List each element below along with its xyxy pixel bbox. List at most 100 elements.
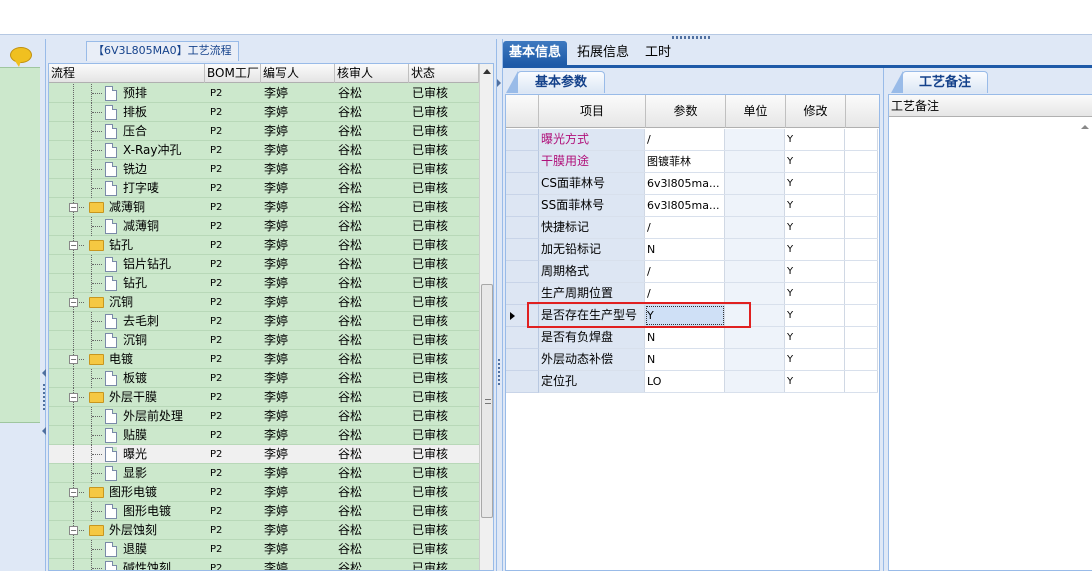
- param-unit-cell[interactable]: [725, 349, 785, 370]
- param-unit-cell[interactable]: [725, 261, 785, 282]
- tree-row[interactable]: − 外层干膜 P2 李婷 谷松 已审核: [49, 388, 479, 407]
- tree-node-cell[interactable]: 图形电镀: [49, 502, 205, 521]
- param-value-cell[interactable]: N: [645, 239, 725, 260]
- tree-row[interactable]: X-Ray冲孔 P2 李婷 谷松 已审核: [49, 141, 479, 160]
- param-row[interactable]: 周期格式 / Y: [539, 261, 878, 283]
- param-value-cell[interactable]: 6v3l805ma...: [645, 195, 725, 216]
- col-header-reviewer[interactable]: 核审人: [335, 64, 409, 83]
- tree-row[interactable]: 曝光 P2 李婷 谷松 已审核: [49, 445, 479, 464]
- tree-row[interactable]: − 减薄铜 P2 李婷 谷松 已审核: [49, 198, 479, 217]
- tree-node-cell[interactable]: 去毛刺: [49, 312, 205, 331]
- param-unit-cell[interactable]: [725, 239, 785, 260]
- subtab-process-notes[interactable]: 工艺备注: [891, 71, 988, 93]
- param-value-cell[interactable]: /: [645, 283, 725, 304]
- col-header-bom[interactable]: BOM工厂: [205, 64, 261, 83]
- tree-row[interactable]: 铣边 P2 李婷 谷松 已审核: [49, 160, 479, 179]
- tree-node-cell[interactable]: 减薄铜: [49, 217, 205, 236]
- param-value-cell[interactable]: N: [645, 327, 725, 348]
- col-header-status[interactable]: 状态: [409, 64, 479, 83]
- tree-row[interactable]: 钻孔 P2 李婷 谷松 已审核: [49, 274, 479, 293]
- tree-node-cell[interactable]: − 沉铜: [49, 293, 205, 312]
- tree-node-cell[interactable]: 显影: [49, 464, 205, 483]
- tree-node-cell[interactable]: 压合: [49, 122, 205, 141]
- tree-row[interactable]: 预排 P2 李婷 谷松 已审核: [49, 84, 479, 103]
- row-selector[interactable]: [506, 173, 539, 195]
- tree-scrollbar[interactable]: [479, 64, 493, 570]
- tree-row[interactable]: 退膜 P2 李婷 谷松 已审核: [49, 540, 479, 559]
- tree-node-cell[interactable]: − 图形电镀: [49, 483, 205, 502]
- notes-scrollbar[interactable]: [1077, 118, 1092, 570]
- collapse-toggle-icon[interactable]: −: [69, 203, 78, 212]
- param-unit-cell[interactable]: [725, 173, 785, 194]
- splitter-dots[interactable]: [43, 384, 45, 412]
- tree-node-cell[interactable]: 预排: [49, 84, 205, 103]
- param-value-cell[interactable]: 6v3l805ma...: [645, 173, 725, 194]
- param-row[interactable]: 快捷标记 / Y: [539, 217, 878, 239]
- subtab-basic-params[interactable]: 基本参数: [506, 71, 605, 93]
- vertical-splitter[interactable]: [496, 39, 503, 571]
- param-unit-cell[interactable]: [725, 283, 785, 304]
- tree-node-cell[interactable]: 铣边: [49, 160, 205, 179]
- tree-row[interactable]: − 图形电镀 P2 李婷 谷松 已审核: [49, 483, 479, 502]
- param-row[interactable]: 外层动态补偿 N Y: [539, 349, 878, 371]
- col-header-unit[interactable]: 单位: [726, 95, 786, 128]
- param-unit-cell[interactable]: [725, 151, 785, 172]
- param-row[interactable]: CS面菲林号 6v3l805ma... Y: [539, 173, 878, 195]
- param-row[interactable]: SS面菲林号 6v3l805ma... Y: [539, 195, 878, 217]
- tree-node-cell[interactable]: 外层前处理: [49, 407, 205, 426]
- param-modify-cell[interactable]: Y: [785, 195, 845, 216]
- tree-row[interactable]: 排板 P2 李婷 谷松 已审核: [49, 103, 479, 122]
- row-header-corner[interactable]: [506, 95, 539, 128]
- param-value-cell[interactable]: 图镀菲林: [645, 151, 725, 172]
- row-selector[interactable]: [506, 151, 539, 173]
- param-modify-cell[interactable]: Y: [785, 327, 845, 348]
- chat-bubble-icon[interactable]: [10, 47, 32, 67]
- tree-node-cell[interactable]: − 外层干膜: [49, 388, 205, 407]
- param-unit-cell[interactable]: [725, 327, 785, 348]
- scrollbar-thumb[interactable]: [481, 284, 493, 518]
- tab-0[interactable]: 基本信息: [503, 41, 568, 65]
- param-value-cell[interactable]: /: [645, 261, 725, 282]
- tree-node-cell[interactable]: − 钻孔: [49, 236, 205, 255]
- tree-row[interactable]: − 钻孔 P2 李婷 谷松 已审核: [49, 236, 479, 255]
- tree-node-cell[interactable]: − 外层蚀刻: [49, 521, 205, 540]
- tree-row[interactable]: 外层前处理 P2 李婷 谷松 已审核: [49, 407, 479, 426]
- tree-row[interactable]: 板镀 P2 李婷 谷松 已审核: [49, 369, 479, 388]
- collapse-toggle-icon[interactable]: −: [69, 241, 78, 250]
- collapse-toggle-icon[interactable]: −: [69, 488, 78, 497]
- collapse-toggle-icon[interactable]: −: [69, 355, 78, 364]
- tree-row[interactable]: − 外层蚀刻 P2 李婷 谷松 已审核: [49, 521, 479, 540]
- tree-node-cell[interactable]: 退膜: [49, 540, 205, 559]
- col-header-writer[interactable]: 编写人: [261, 64, 335, 83]
- param-modify-cell[interactable]: Y: [785, 151, 845, 172]
- tree-node-cell[interactable]: 曝光: [49, 445, 205, 464]
- collapse-toggle-icon[interactable]: −: [69, 298, 78, 307]
- tab-1[interactable]: 拓展信息: [571, 41, 635, 65]
- tree-row[interactable]: 显影 P2 李婷 谷松 已审核: [49, 464, 479, 483]
- param-value-cell[interactable]: /: [645, 129, 725, 150]
- tree-row[interactable]: − 电镀 P2 李婷 谷松 已审核: [49, 350, 479, 369]
- tree-row[interactable]: 铝片钻孔 P2 李婷 谷松 已审核: [49, 255, 479, 274]
- tree-row[interactable]: 去毛刺 P2 李婷 谷松 已审核: [49, 312, 479, 331]
- param-value-cell[interactable]: /: [645, 217, 725, 238]
- tree-row[interactable]: 减薄铜 P2 李婷 谷松 已审核: [49, 217, 479, 236]
- param-modify-cell[interactable]: Y: [785, 173, 845, 194]
- tree-row[interactable]: 压合 P2 李婷 谷松 已审核: [49, 122, 479, 141]
- col-header-modify[interactable]: 修改: [786, 95, 846, 128]
- tree-node-cell[interactable]: − 减薄铜: [49, 198, 205, 217]
- param-unit-cell[interactable]: [725, 129, 785, 150]
- tree-row[interactable]: 贴膜 P2 李婷 谷松 已审核: [49, 426, 479, 445]
- param-row[interactable]: 是否有负焊盘 N Y: [539, 327, 878, 349]
- tree-row[interactable]: − 沉铜 P2 李婷 谷松 已审核: [49, 293, 479, 312]
- row-selector[interactable]: [506, 349, 539, 371]
- param-row[interactable]: 加无铅标记 N Y: [539, 239, 878, 261]
- scroll-up-icon[interactable]: [483, 69, 491, 74]
- tab-2[interactable]: 工时: [639, 41, 677, 65]
- tree-node-cell[interactable]: 碱性蚀刻: [49, 559, 205, 570]
- col-header-item[interactable]: 项目: [539, 95, 646, 128]
- tree-node-cell[interactable]: 排板: [49, 103, 205, 122]
- param-modify-cell[interactable]: Y: [785, 305, 845, 326]
- tree-node-cell[interactable]: − 电镀: [49, 350, 205, 369]
- row-selector[interactable]: [506, 195, 539, 217]
- param-unit-cell[interactable]: [725, 195, 785, 216]
